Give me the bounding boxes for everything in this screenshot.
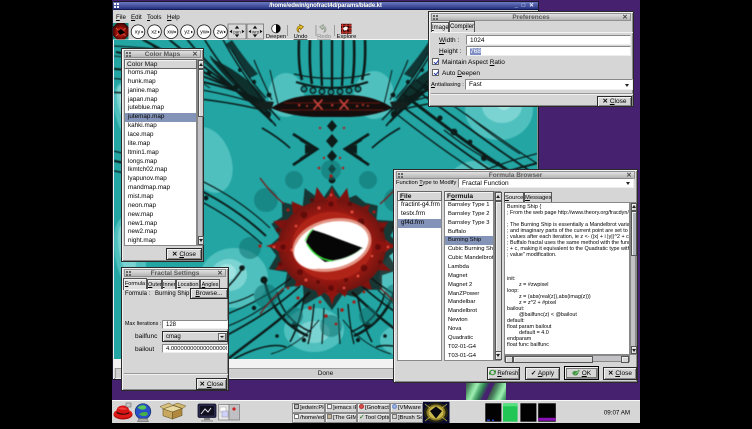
- svg-text:xw: xw: [167, 30, 175, 36]
- svg-text:xy: xy: [135, 30, 141, 36]
- svg-text:09:07 AM: 09:07 AM: [604, 410, 630, 417]
- svg-text:zw: zw: [217, 30, 225, 36]
- svg-text:pan: pan: [233, 29, 241, 34]
- svg-text:wrp: wrp: [252, 29, 260, 34]
- svg-text:xz: xz: [151, 30, 157, 36]
- svg-text:yz: yz: [184, 30, 190, 36]
- svg-text:yw: yw: [200, 30, 208, 36]
